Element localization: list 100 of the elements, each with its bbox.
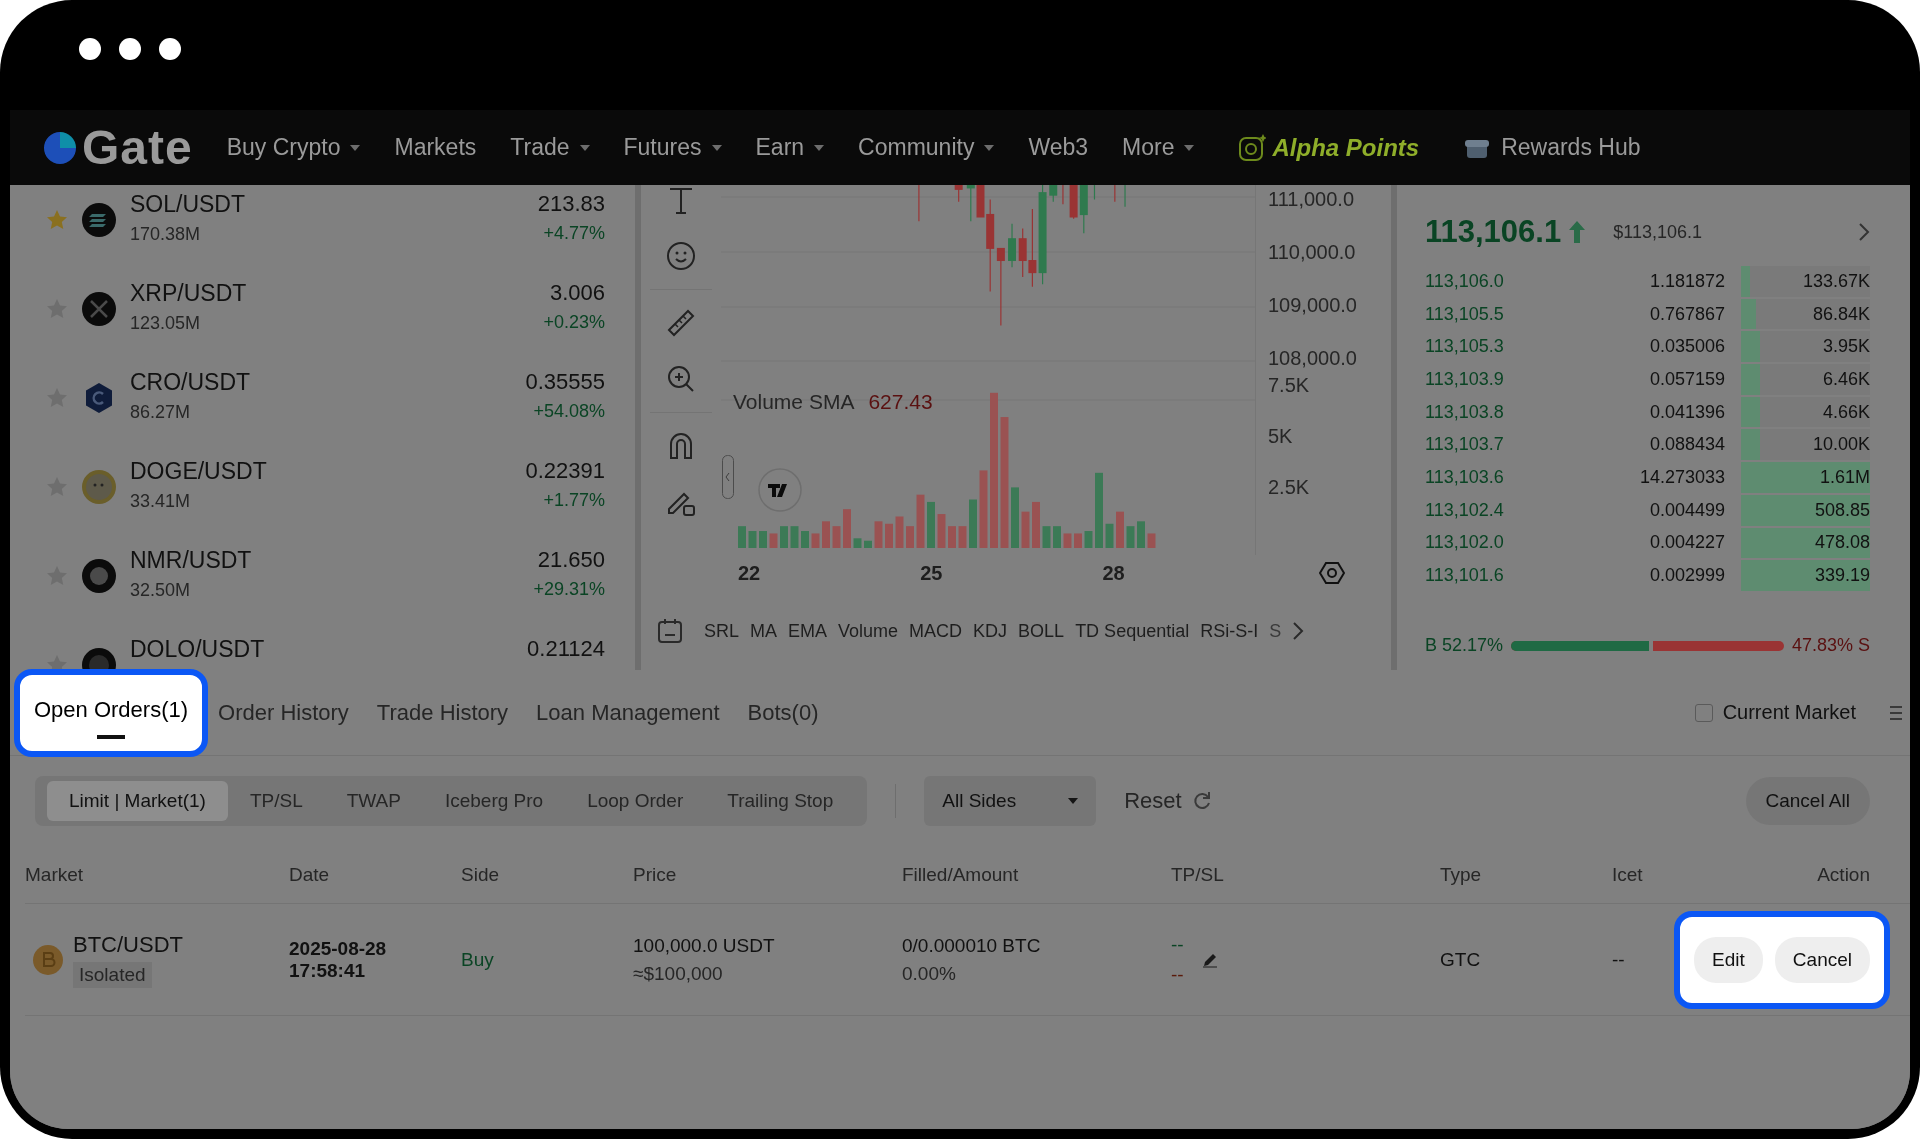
caret-icon <box>984 144 995 151</box>
volume-bar <box>1105 523 1114 548</box>
indicator-tab[interactable]: SRL <box>704 620 739 642</box>
volume-bar <box>1116 511 1124 548</box>
volume-bar <box>822 521 830 548</box>
indicator-tab[interactable]: KDJ <box>973 620 1008 642</box>
volume-bar <box>832 526 841 548</box>
volume-bar <box>1147 533 1156 548</box>
indicator-tab[interactable]: MACD <box>909 620 963 642</box>
market-name[interactable]: BTC/USDT <box>73 931 183 958</box>
pair-name[interactable]: CRO/USDT <box>130 368 512 396</box>
chevron-right-icon[interactable] <box>1292 621 1305 641</box>
indicator-tab[interactable]: BOLL <box>1018 620 1065 642</box>
indicator-name: Volume SMA <box>733 390 855 414</box>
volume-bar <box>916 494 925 548</box>
indicator-tab[interactable]: S <box>1269 620 1282 642</box>
side-text: Buy <box>461 948 495 971</box>
order-type-tab[interactable]: TP/SL <box>227 781 325 821</box>
order-type-tab[interactable]: Iceberg Pro <box>422 781 566 821</box>
volume-bar <box>1063 533 1072 548</box>
bid-total: 86.84K <box>1812 303 1870 325</box>
volume-bar <box>1042 526 1051 548</box>
nav-item[interactable]: Buy Crypto <box>226 134 361 161</box>
nav-item[interactable]: More <box>1122 134 1195 161</box>
bid-price: 113,103.6 <box>1425 466 1505 488</box>
action-button[interactable]: Edit <box>1694 936 1763 983</box>
bid-total: 133.67K <box>1802 270 1870 292</box>
settings-icon[interactable] <box>1319 560 1345 586</box>
tab[interactable]: Loan Management <box>536 699 720 726</box>
nav-item[interactable]: Web3 <box>1028 134 1089 161</box>
order-type-tab[interactable]: Loop Order <box>565 781 706 821</box>
tab[interactable]: Trade History <box>376 699 509 726</box>
bid-amount: 1.181872 <box>1648 270 1725 292</box>
volume-bar <box>1053 526 1061 548</box>
volume-bar <box>843 509 851 548</box>
chevron-right-icon[interactable] <box>1858 222 1870 242</box>
order-type-tab[interactable]: Trailing Stop <box>705 781 856 821</box>
bid-total: 1.61M <box>1819 466 1870 488</box>
a-badge-icon <box>1238 133 1267 162</box>
smiley-icon[interactable] <box>666 241 696 271</box>
iceberg-value: -- <box>1612 948 1626 971</box>
pair-name[interactable]: DOLO/USDT <box>130 635 514 663</box>
axis-label: 109,000.0 <box>1268 294 1358 317</box>
indicator-tab[interactable]: EMA <box>788 620 828 642</box>
volume-bar <box>1084 531 1093 548</box>
nav-item[interactable]: Trade <box>510 134 590 161</box>
window-dot-icon <box>119 38 141 60</box>
ruler-icon[interactable] <box>666 308 696 338</box>
bid-amount: 0.004227 <box>1648 532 1725 554</box>
calendar-icon[interactable] <box>657 618 683 644</box>
axis-label: 7.5K <box>1268 374 1311 397</box>
pencil-icon[interactable] <box>1201 951 1218 968</box>
order-type-tab[interactable]: Limit | Market(1) <box>47 781 228 821</box>
zoom-in-icon[interactable] <box>666 364 696 394</box>
pair-name[interactable]: SOL/USDT <box>130 190 524 218</box>
caret-icon <box>1068 798 1079 804</box>
indicator-tab[interactable]: MA <box>750 620 777 642</box>
tab[interactable]: Open Orders(1) <box>14 668 209 757</box>
volume-bar <box>1126 526 1135 548</box>
checkbox[interactable] <box>1694 703 1713 722</box>
caret-icon <box>579 144 590 151</box>
pair-name[interactable]: DOGE/USDT <box>130 457 512 485</box>
pair-name[interactable]: XRP/USDT <box>130 279 530 307</box>
caret-icon <box>350 144 361 151</box>
volume-text: 170.38M <box>130 223 202 245</box>
volume-bar <box>801 531 809 548</box>
usd-value: ≈$100,000 <box>633 962 724 985</box>
order-type-tab[interactable]: TWAP <box>324 781 423 821</box>
reset-button[interactable]: Reset <box>1124 788 1212 814</box>
caret-icon <box>814 144 825 151</box>
price-text: 3.006 <box>548 279 605 306</box>
tab[interactable]: Order History <box>218 699 349 726</box>
tab[interactable]: Bots(0) <box>747 699 819 726</box>
bid-total: 10.00K <box>1812 434 1870 456</box>
volume-bar <box>1021 511 1030 548</box>
price-text: 0.21124 <box>527 635 605 662</box>
indicator-tab[interactable]: RSi-S-I <box>1200 620 1259 642</box>
nav-item[interactable]: Community <box>858 134 995 161</box>
side-dropdown[interactable]: All Sides <box>924 776 1097 826</box>
window-dot-icon <box>79 38 101 60</box>
coin-icon <box>82 202 116 237</box>
indicator-tab[interactable]: Volume <box>838 620 899 642</box>
bid-price: 113,102.0 <box>1425 532 1505 554</box>
checkbox-label: Current Market <box>1722 701 1856 724</box>
coin-icon <box>82 469 116 504</box>
nav-item[interactable]: Futures <box>623 134 722 161</box>
rewards-link[interactable]: Rewards Hub <box>1465 134 1641 161</box>
cancel-all-button[interactable]: Cancel All <box>1745 777 1870 825</box>
bid-price: 113,103.9 <box>1425 368 1505 390</box>
logo-text[interactable]: Gate <box>82 120 193 175</box>
indicator-tab[interactable]: TD Sequential <box>1075 620 1190 642</box>
column-header: Type <box>1440 863 1483 886</box>
pair-name[interactable]: NMR/USDT <box>130 546 520 574</box>
refresh-icon <box>1191 791 1212 811</box>
menu-icon <box>1890 704 1902 721</box>
nav-item[interactable]: Markets <box>394 134 477 161</box>
bid-amount: 0.088434 <box>1648 434 1725 456</box>
action-button[interactable]: Cancel <box>1774 936 1870 983</box>
promo-link[interactable]: Alpha Points <box>1238 133 1420 162</box>
nav-item[interactable]: Earn <box>755 134 825 161</box>
